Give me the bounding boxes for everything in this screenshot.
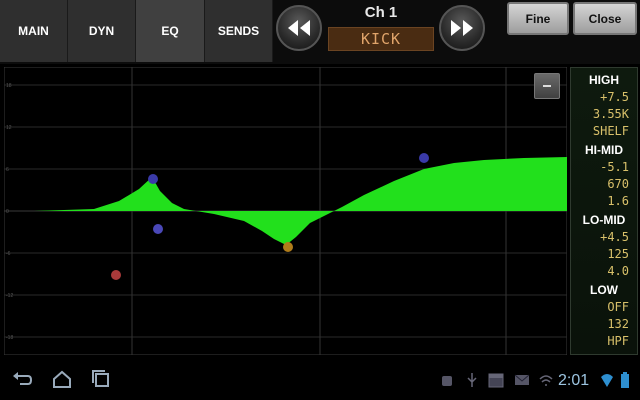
menu-icon [543, 85, 551, 87]
band-q: 4.0 [607, 264, 629, 278]
band-freq: 132 [607, 317, 629, 331]
eq-point-lo-mid-q[interactable] [153, 224, 163, 234]
tab-main[interactable]: MAIN [0, 0, 68, 62]
calendar-icon [488, 373, 504, 388]
band-freq: 670 [607, 177, 629, 191]
band-gain: -5.1 [600, 160, 629, 174]
channel-name[interactable]: KICK [328, 27, 434, 51]
y-tick-label: 6 [6, 167, 9, 173]
tab-sends[interactable]: SENDS [205, 0, 273, 62]
band-gain: +7.5 [600, 90, 629, 104]
tab-dyn[interactable]: DYN [68, 0, 136, 62]
eq-point-hi-mid[interactable] [283, 242, 293, 252]
fine-button[interactable]: Fine [507, 2, 569, 35]
close-button[interactable]: Close [573, 2, 637, 35]
previous-channel-button[interactable] [276, 5, 322, 51]
band-freq: 3.55K [592, 107, 629, 121]
band-hi-mid[interactable]: HI-MID -5.1 670 1.6 [571, 142, 637, 210]
y-tick-label: 18 [6, 83, 12, 89]
email-icon [514, 374, 530, 385]
recent-apps-icon[interactable] [90, 368, 114, 390]
home-icon[interactable] [50, 368, 74, 390]
y-tick-label: -6 [6, 251, 11, 257]
band-name: HIGH [589, 73, 619, 87]
wifi-icon [539, 375, 553, 386]
y-tick-label: -18 [6, 335, 13, 341]
top-bar: MAIN DYN EQ SENDS Ch 1 KICK Fine Close [0, 0, 640, 64]
graph-menu-button[interactable] [534, 73, 560, 99]
y-tick-label: -12 [6, 293, 13, 299]
band-q: 1.6 [607, 194, 629, 208]
eq-point-lo-mid[interactable] [148, 174, 158, 184]
rewind-icon [288, 20, 310, 36]
band-low[interactable]: LOW OFF 132 HPF [571, 282, 637, 350]
wifi-signal-icon [601, 374, 613, 387]
eq-band-panel: HIGH +7.5 3.55K SHELF HI-MID -5.1 670 1.… [570, 67, 638, 355]
back-icon[interactable] [10, 368, 34, 390]
band-gain: OFF [607, 300, 629, 314]
band-q: HPF [607, 334, 629, 348]
band-name: LO-MID [582, 213, 626, 227]
tab-eq[interactable]: EQ [136, 0, 205, 62]
eq-point-high[interactable] [419, 153, 429, 163]
fast-forward-icon [451, 20, 473, 36]
band-q: SHELF [592, 124, 629, 138]
band-name: HI-MID [585, 143, 623, 157]
usb-icon [467, 373, 477, 387]
system-nav-bar: 2:01 [0, 362, 640, 400]
y-tick-label: 0 [6, 209, 9, 215]
band-name: LOW [590, 283, 618, 297]
y-tick-label: 12 [6, 125, 12, 131]
eq-point-low[interactable] [111, 270, 121, 280]
android-debug-icon [442, 376, 452, 386]
status-clock: 2:01 [558, 372, 590, 389]
band-gain: +4.5 [600, 230, 629, 244]
channel-label: Ch 1 [364, 4, 398, 21]
battery-icon [621, 372, 629, 388]
eq-graph[interactable]: 18 12 6 0 -6 -12 -18 [4, 67, 567, 355]
next-channel-button[interactable] [439, 5, 485, 51]
band-lo-mid[interactable]: LO-MID +4.5 125 4.0 [571, 212, 637, 280]
band-freq: 125 [607, 247, 629, 261]
band-high[interactable]: HIGH +7.5 3.55K SHELF [571, 72, 637, 140]
